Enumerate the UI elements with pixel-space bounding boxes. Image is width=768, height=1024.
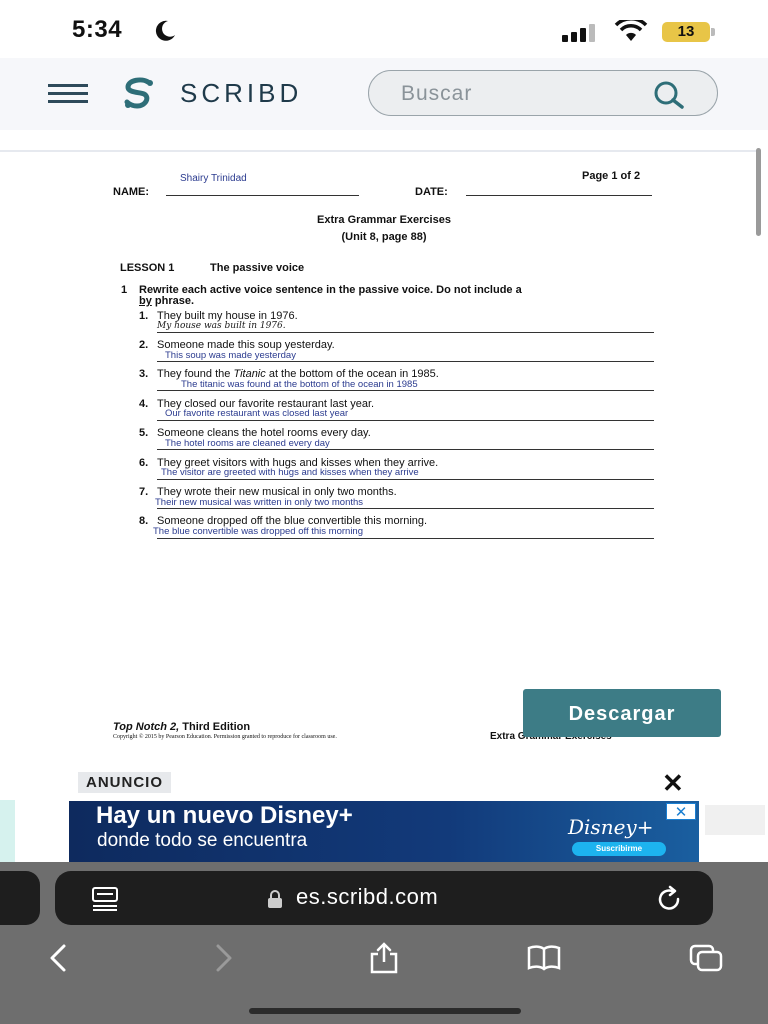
- item-number: 7.: [139, 486, 149, 498]
- ad-cta-button[interactable]: Suscribirme: [572, 842, 666, 856]
- item-answer: The blue convertible was dropped off thi…: [153, 526, 364, 537]
- ad-x-icon[interactable]: ✕: [666, 803, 696, 821]
- instruction-by: by: [139, 295, 152, 307]
- item-number: 8.: [139, 515, 149, 527]
- instruction-line2: by phrase.: [139, 295, 194, 307]
- search-placeholder[interactable]: Buscar: [401, 82, 472, 106]
- ad-close-button[interactable]: ✕: [662, 770, 684, 796]
- lesson-title: The passive voice: [210, 262, 305, 274]
- bookmarks-icon[interactable]: [526, 940, 562, 976]
- lock-icon: [268, 890, 282, 908]
- signal-icon: [562, 24, 595, 42]
- footer-book: Top Notch 2, Third Edition: [113, 721, 250, 733]
- scribd-logo-icon[interactable]: [120, 76, 160, 112]
- name-label: NAME:: [113, 186, 150, 198]
- name-line: [166, 195, 359, 196]
- answer-line: [157, 449, 654, 450]
- ad-brand-logo[interactable]: Disney+: [568, 815, 653, 839]
- ad-title[interactable]: Hay un nuevo Disney+: [96, 802, 353, 830]
- ad-subtitle[interactable]: donde todo se encuentra: [97, 830, 307, 852]
- item-number: 3.: [139, 368, 149, 380]
- item-number: 6.: [139, 457, 149, 469]
- instruction-number: 1: [121, 284, 128, 296]
- document-subtitle: (Unit 8, page 88): [341, 231, 427, 243]
- back-icon[interactable]: [40, 940, 76, 976]
- item-answer: Their new musical was written in only tw…: [155, 497, 364, 508]
- battery-indicator: 13: [662, 22, 710, 42]
- date-line: [466, 195, 652, 196]
- student-name: Shairy Trinidad: [180, 173, 247, 184]
- reader-icon[interactable]: [90, 886, 120, 912]
- previous-tab-stub[interactable]: [0, 871, 40, 925]
- ad-side-panel: [705, 805, 765, 835]
- item-number: 4.: [139, 398, 149, 410]
- item-number: 2.: [139, 339, 149, 351]
- wifi-icon: [614, 20, 648, 41]
- tabs-icon[interactable]: [688, 940, 724, 976]
- instruction-phrase: phrase.: [151, 295, 195, 307]
- ad-label: ANUNCIO: [78, 772, 171, 793]
- document-title: Extra Grammar Exercises: [317, 214, 451, 226]
- item-number: 5.: [139, 427, 149, 439]
- reload-icon[interactable]: [654, 884, 684, 914]
- date-label: DATE:: [415, 186, 448, 198]
- share-icon[interactable]: [366, 940, 402, 976]
- menu-icon[interactable]: [48, 84, 88, 104]
- item-number: 1.: [139, 310, 149, 322]
- item-answer: The hotel rooms are cleaned every day: [165, 438, 330, 449]
- document-top-rule: [0, 150, 758, 152]
- status-time: 5:34: [72, 16, 123, 43]
- footer-book-title: Top Notch 2,: [113, 721, 180, 733]
- answer-line: [157, 390, 654, 391]
- answer-line: [157, 332, 654, 333]
- answer-line: [157, 508, 654, 509]
- battery-tip: [711, 28, 715, 36]
- footer-copyright: Copyright © 2015 by Pearson Education. P…: [113, 734, 337, 740]
- answer-line: [157, 420, 654, 421]
- home-indicator: [249, 1008, 521, 1014]
- download-button[interactable]: Descargar: [523, 689, 721, 737]
- item-answer: This soup was made yesterday: [165, 350, 296, 361]
- search-icon[interactable]: [650, 80, 686, 110]
- item-answer: Our favorite restaurant was closed last …: [165, 408, 349, 419]
- item-answer: My house was built in 1976.: [157, 321, 286, 331]
- forward-icon[interactable]: [206, 940, 242, 976]
- ad-side-panel: [0, 800, 15, 862]
- page-indicator: Page 1 of 2: [582, 170, 641, 182]
- footer-edition: Third Edition: [179, 721, 251, 733]
- answer-line: [157, 479, 654, 480]
- moon-icon: [155, 20, 175, 41]
- item-answer: The titanic was found at the bottom of t…: [181, 379, 418, 390]
- answer-line: [157, 361, 654, 362]
- answer-line: [157, 538, 654, 539]
- item-answer: The visitor are greeted with hugs and ki…: [161, 467, 419, 478]
- url-text[interactable]: es.scribd.com: [296, 884, 438, 910]
- scribd-logo-text[interactable]: SCRIBD: [180, 78, 302, 109]
- instruction-line1: Rewrite each active voice sentence in th…: [139, 284, 522, 296]
- lesson-label: LESSON 1: [120, 262, 175, 274]
